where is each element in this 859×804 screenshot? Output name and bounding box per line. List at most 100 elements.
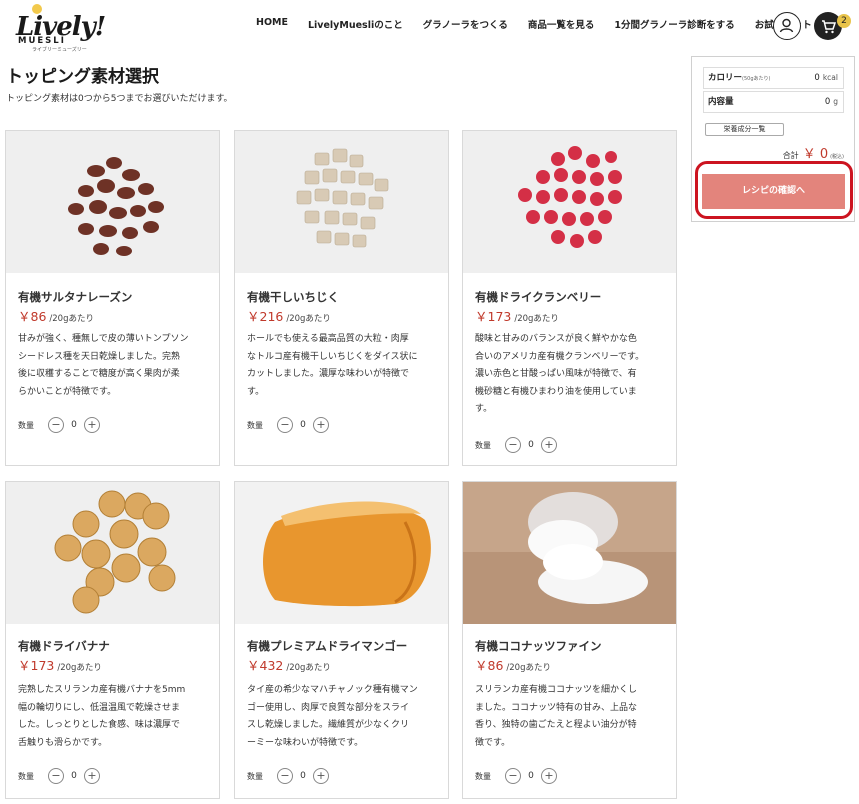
product-price-row: ￥86/20gあたり [475,655,551,674]
product-price: ￥216 [247,309,284,324]
decrement-button[interactable]: − [277,768,293,784]
decrement-button[interactable]: − [48,417,64,433]
calorie-value: 0 [814,73,820,83]
decrement-button[interactable]: − [48,768,64,784]
increment-button[interactable]: + [313,768,329,784]
quantity-value: 0 [528,771,534,781]
logo-tagline: ライブリーミューズリー [32,47,87,53]
quantity-stepper: 数量 − 0 + [475,768,557,784]
product-name: 有機干しいちじく [247,290,339,304]
page-subtitle: トッピング素材は0つから5つまでお選びいただけます。 [6,94,233,104]
description-line: ました。ココナッツ特有の甘み、上品な [475,702,638,713]
nav-about[interactable]: LivelyMuesliのこと [308,17,403,31]
quantity-label: 数量 [475,440,491,450]
description-line: す。 [247,386,265,397]
quantity-value: 0 [71,771,77,781]
product-description: 完熟したスリランカ産有機バナナを5mm 幅の輪切りにし、低温温風で乾燥させま し… [18,682,210,752]
volume-value-group: 0g [825,92,838,112]
decrement-button[interactable]: − [505,437,521,453]
quantity-stepper: 数量 − 0 + [18,417,100,433]
description-line: 甘みが強く、種無しで皮の薄いトンプソン [18,334,189,344]
tax-note: (税込) [830,154,844,160]
nav-products[interactable]: 商品一覧を見る [528,17,595,31]
quantity-stepper: 数量 − 0 + [475,437,557,453]
total-row: 合計 ￥ 0 (税込) [783,143,844,162]
increment-button[interactable]: + [84,768,100,784]
product-description: 酸味と甘みのバランスが良く鮮やかな色 合いのアメリカ産有機クランベリーです。 濃… [475,331,667,419]
description-line: した。しっとりとした食感、味は濃厚で [18,720,181,731]
decrement-button[interactable]: − [505,768,521,784]
decrement-button[interactable]: − [277,417,293,433]
quantity-label: 数量 [247,771,263,781]
description-line: 完熟したスリランカ産有機バナナを5mm [18,685,186,695]
page-title: トッピング素材選択 [6,67,159,87]
product-price: ￥173 [475,309,512,324]
product-image [6,131,219,273]
increment-button[interactable]: + [541,437,557,453]
product-name: 有機ドライバナナ [18,639,110,653]
cart-count-badge: 2 [837,14,851,28]
quantity-value: 0 [300,420,306,430]
nav-diagnosis[interactable]: 1分間グラノーラ診断をする [614,17,734,31]
total-label: 合計 [782,151,799,160]
quantity-stepper: 数量 − 0 + [247,768,329,784]
product-price: ￥86 [475,658,504,673]
coconut-image [463,482,676,624]
product-image [463,131,676,273]
volume-unit: g [833,97,838,106]
description-line: ーミーな味わいが特徴です。 [247,737,364,748]
description-line: ホールでも使える最高品質の大粒・肉厚 [247,334,409,344]
product-card: 有機ココナッツファイン ￥86/20gあたり スリランカ産有機ココナッツを細かく… [462,481,677,799]
product-description: タイ産の希少なマハチャノック種有機マン ゴー使用し、肉厚で良質な部分をスライ ス… [247,682,439,752]
description-line: 機砂糖と有機ひまわり油を使用していま [475,386,637,397]
product-image [463,482,676,624]
product-price: ￥432 [247,658,284,673]
quantity-stepper: 数量 − 0 + [18,768,100,784]
nav-make-granola[interactable]: グラノーラをつくる [423,17,508,31]
nutrition-list-button[interactable]: 栄養成分一覧 [705,123,784,136]
product-description: スリランカ産有機ココナッツを細かくし ました。ココナッツ特有の甘み、上品な 香り… [475,682,667,752]
description-line: スし乾燥しました。繊維質が少なくクリ [247,720,410,731]
description-line: 合いのアメリカ産有機クランベリーです。 [475,351,645,362]
quantity-label: 数量 [247,420,263,430]
total-amount: ￥ 0 [802,147,829,162]
cranberries-image [463,131,676,273]
increment-button[interactable]: + [84,417,100,433]
calorie-note: (50gあたり) [742,76,771,82]
product-description: 甘みが強く、種無しで皮の薄いトンプソン シードレス種を天日乾燥しました。完熟 後… [18,331,210,401]
product-name: 有機ココナッツファイン [475,639,602,653]
description-line: 後に収穫することで糖度が高く果肉が柔 [18,369,180,380]
logo[interactable]: Lively! MUESLI ライブリーミューズリー [14,4,106,53]
product-price-row: ￥216/20gあたり [247,306,331,325]
description-line: スリランカ産有機ココナッツを細かくし [475,685,638,695]
calorie-label: カロリー(50gあたり) [708,73,771,83]
highlight-annotation [695,161,853,219]
description-line: す。 [475,404,493,415]
description-line: カットしました。濃厚な味わいが特徴で [247,369,410,380]
product-image [235,482,448,624]
product-name: 有機ドライクランベリー [475,290,602,304]
price-unit: /20gあたり [286,663,331,673]
calorie-value-group: 0 kcal [814,68,838,88]
description-line: 香り、独特の歯ごたえと程よい油分が特 [475,720,637,731]
description-line: なトルコ産有機干しいちじくをダイス状に [247,351,418,362]
logo-subtext: MUESLI [18,36,66,46]
description-line: シードレス種を天日乾燥しました。完熟 [18,351,181,362]
account-button[interactable] [773,12,801,40]
increment-button[interactable]: + [313,417,329,433]
description-line: 徴です。 [475,737,511,748]
product-name: 有機サルタナレーズン [18,290,133,304]
mango-image [235,482,448,624]
volume-label: 内容量 [708,97,734,107]
calorie-row: カロリー(50gあたり) 0 kcal [703,67,844,89]
description-line: 幅の輪切りにし、低温温風で乾燥させま [18,702,181,713]
nav-home[interactable]: HOME [256,17,288,31]
product-card: 有機干しいちじく ￥216/20gあたり ホールでも使える最高品質の大粒・肉厚 … [234,130,449,466]
product-card: 有機プレミアムドライマンゴー ￥432/20gあたり タイ産の希少なマハチャノッ… [234,481,449,799]
quantity-label: 数量 [18,420,34,430]
price-unit: /20gあたり [506,663,551,673]
increment-button[interactable]: + [541,768,557,784]
product-image [235,131,448,273]
price-unit: /20gあたり [57,663,102,673]
user-icon [779,18,794,33]
